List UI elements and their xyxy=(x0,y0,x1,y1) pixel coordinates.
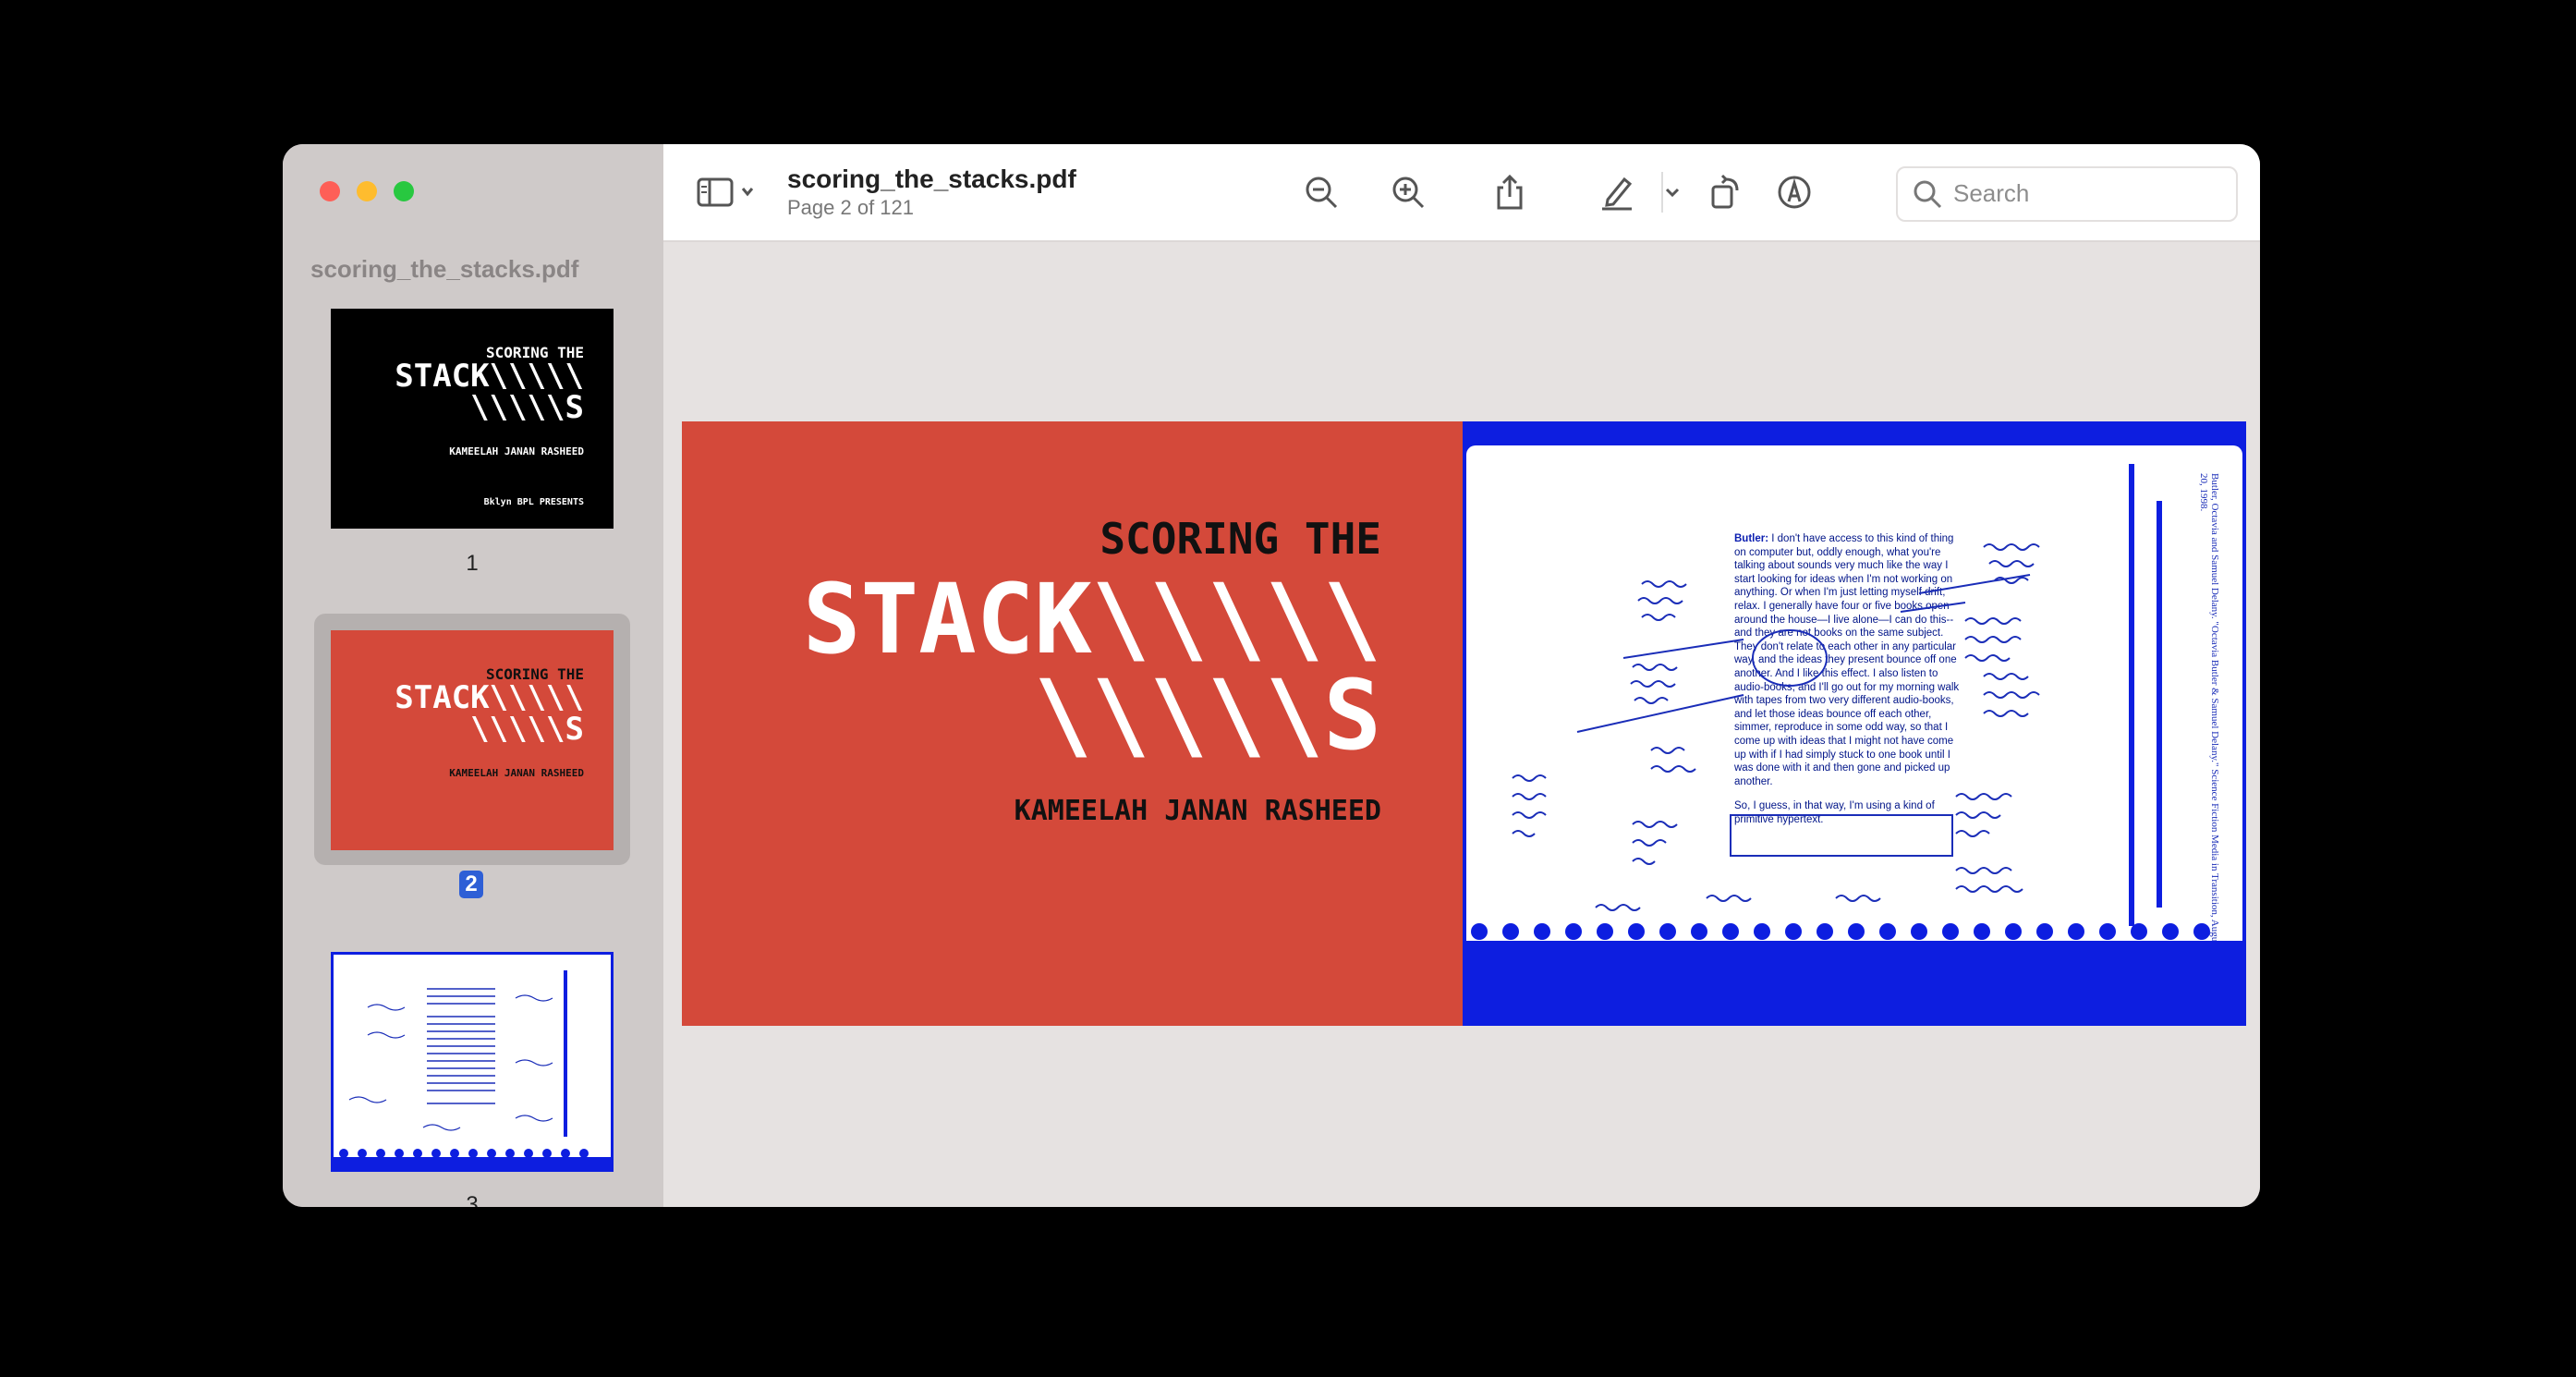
cover-title-line-1: STACK\\\\\ xyxy=(802,563,1381,676)
excerpt-body: I don't have access to this kind of thin… xyxy=(1734,533,1960,787)
preview-window: scoring_the_stacks.pdf SCORING THE STACK… xyxy=(283,144,2260,1207)
cover-page: SCORING THE STACK\\\\\ \\\\\S KAMEELAH J… xyxy=(682,421,1463,1026)
scanned-annotated-page: Butler: I don't have access to this kind… xyxy=(1463,421,2246,1026)
citation-reference: Butler, Octavia and Samuel Delany. "Octa… xyxy=(2198,473,2220,949)
fullscreen-window-button[interactable] xyxy=(394,181,414,201)
thumb-scan-image xyxy=(328,949,616,1175)
thumb-author: KAMEELAH JANAN RASHEED xyxy=(449,767,584,779)
sidebar-icon xyxy=(697,177,754,207)
scan-paper: Butler: I don't have access to this kind… xyxy=(1466,445,2242,954)
close-window-button[interactable] xyxy=(320,181,340,201)
page-number-1: 1 xyxy=(466,551,479,576)
page-number-2: 2 xyxy=(459,871,483,898)
zoom-in-icon xyxy=(1392,177,1425,209)
interview-excerpt: Butler: I don't have access to this kind… xyxy=(1734,532,1965,826)
thumbnail-sidebar: scoring_the_stacks.pdf SCORING THE STACK… xyxy=(283,144,663,1207)
page-thumbnail-2[interactable]: SCORING THE STACK\\\\\ \\\\\S KAMEELAH J… xyxy=(331,630,614,850)
sidebar-document-title: scoring_the_stacks.pdf xyxy=(310,255,579,283)
minimize-window-button[interactable] xyxy=(357,181,377,201)
search-field[interactable] xyxy=(1896,166,2238,222)
document-title: scoring_the_stacks.pdf xyxy=(787,165,1076,193)
markup-menu-button[interactable] xyxy=(1661,172,1682,213)
cover-subtitle: SCORING THE xyxy=(1100,514,1381,564)
page-status: Page 2 of 121 xyxy=(787,196,915,219)
search-icon xyxy=(1914,180,1942,209)
toolbar: scoring_the_stacks.pdf Page 2 of 121 xyxy=(663,144,2260,242)
sidebar-toggle-button[interactable] xyxy=(695,172,759,213)
cover-title-line-2: \\\\\S xyxy=(1034,659,1381,772)
share-button[interactable] xyxy=(1489,172,1530,213)
excerpt-conclusion: So, I guess, in that way, I'm using a ki… xyxy=(1734,800,1935,825)
zoom-in-button[interactable] xyxy=(1388,172,1428,213)
zoom-out-button[interactable] xyxy=(1301,172,1342,213)
rotate-icon xyxy=(1711,174,1739,209)
cover-title: STACK\\\\\ \\\\\S xyxy=(803,571,1381,763)
thumb-title-2: \\\\\S xyxy=(470,389,584,426)
rotate-button[interactable] xyxy=(1706,172,1746,213)
thumb-title-1: STACK\\\\\ xyxy=(395,358,584,395)
zoom-out-icon xyxy=(1306,177,1338,209)
highlighter-pen-icon xyxy=(1602,177,1633,211)
thumb-credit: Bklyn BPL PRESENTS xyxy=(483,497,584,507)
page-number-3: 3 xyxy=(466,1192,479,1207)
page-thumbnail-1[interactable]: SCORING THE STACK\\\\\ \\\\\S KAMEELAH J… xyxy=(331,309,614,529)
speaker-name: Butler: xyxy=(1734,533,1769,544)
markup-button[interactable] xyxy=(1597,172,1637,213)
window-controls xyxy=(320,181,414,201)
cover-author: KAMEELAH JANAN RASHEED xyxy=(1014,795,1381,827)
thumb-title-2: \\\\\S xyxy=(470,711,584,748)
thumb-title-1: STACK\\\\\ xyxy=(395,679,584,716)
page-thumbnail-3[interactable] xyxy=(328,949,616,1175)
pen-tip-circle-icon xyxy=(1778,176,1811,209)
thumb-author: KAMEELAH JANAN RASHEED xyxy=(449,445,584,457)
annotate-button[interactable] xyxy=(1774,172,1815,213)
share-icon xyxy=(1497,174,1523,210)
search-input[interactable] xyxy=(1951,176,2214,211)
chevron-down-icon xyxy=(1665,188,1680,198)
